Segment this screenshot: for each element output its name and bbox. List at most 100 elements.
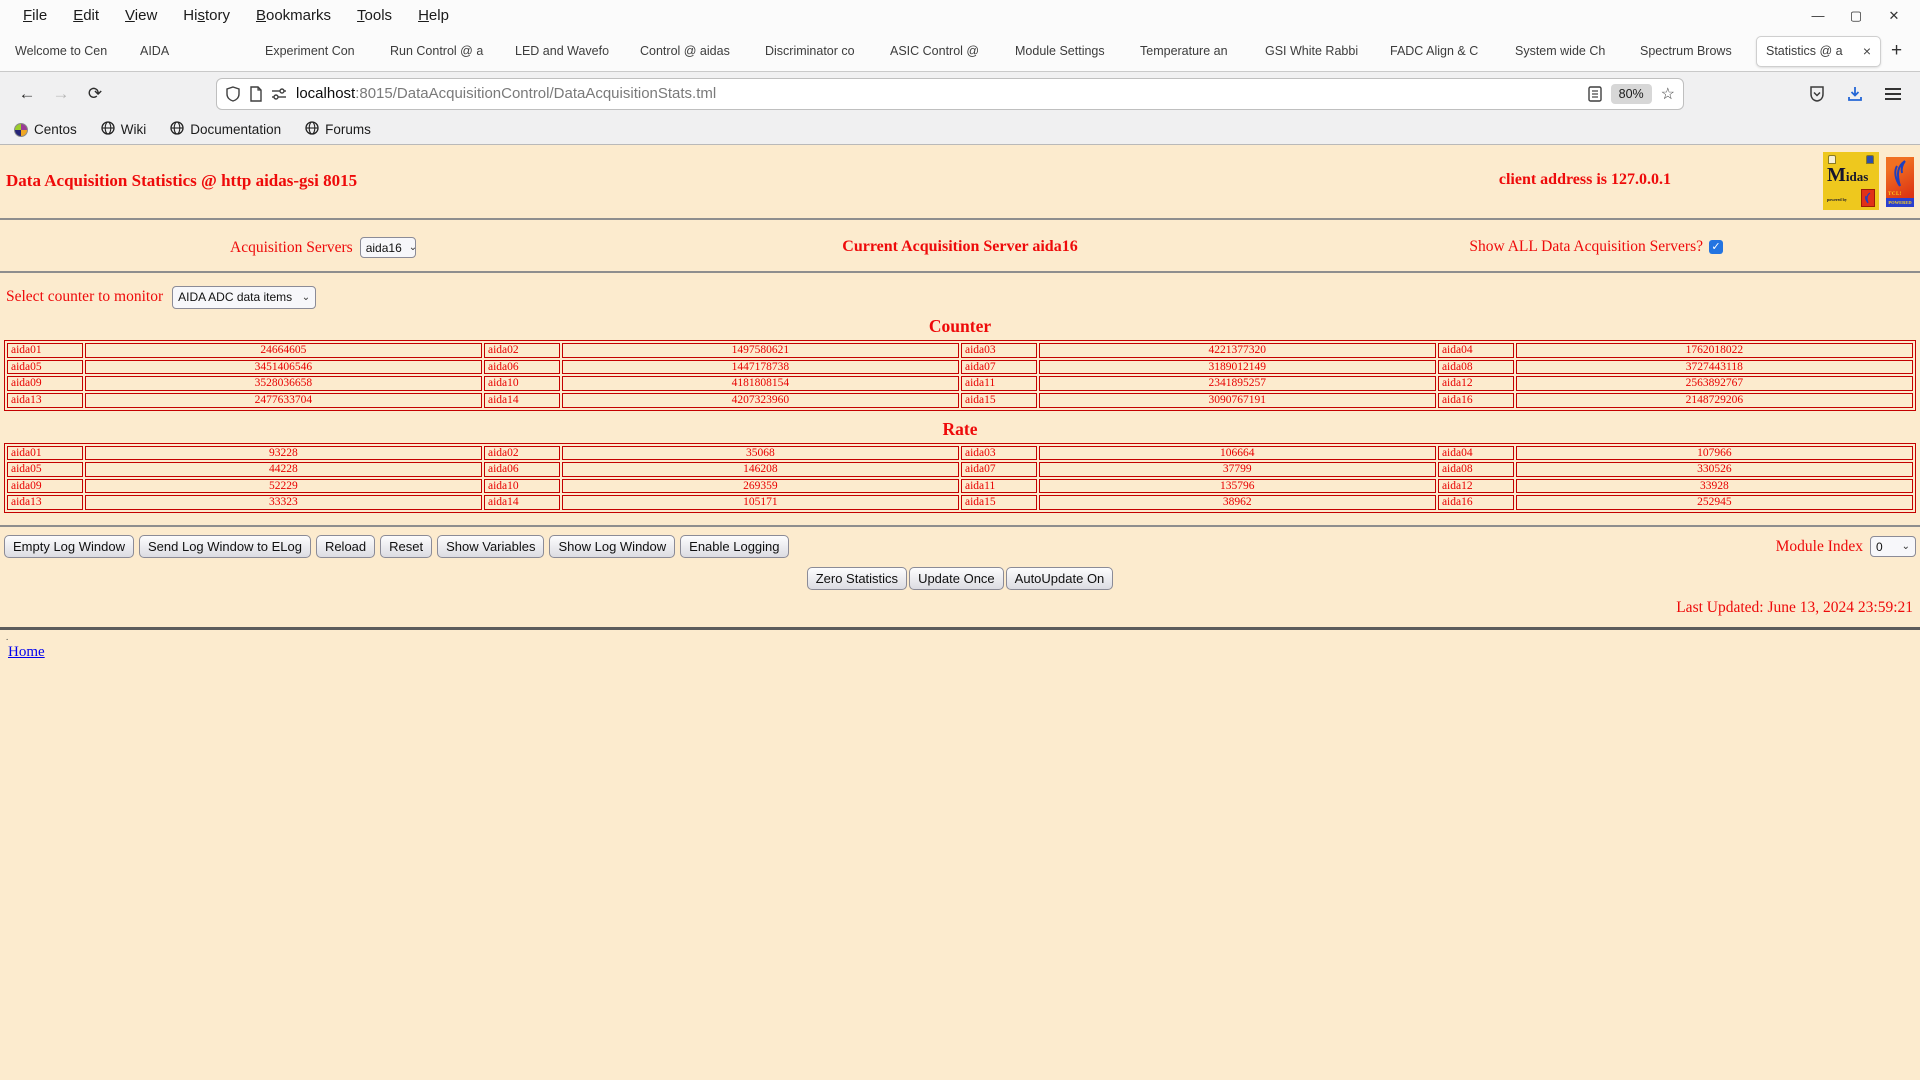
maximize-button[interactable]: ▢: [1844, 8, 1868, 24]
back-button[interactable]: ←: [10, 84, 44, 104]
show-variables-button[interactable]: Show Variables: [437, 535, 545, 559]
autoupdate-on-button[interactable]: AutoUpdate On: [1005, 567, 1114, 591]
page-info-icon[interactable]: [249, 85, 263, 102]
bookmark-forums[interactable]: Forums: [305, 121, 371, 138]
tab-title: Discriminator co: [765, 44, 855, 58]
tab-fadc-align-c[interactable]: FADC Align & C: [1381, 36, 1506, 67]
reload-button[interactable]: ⟳: [78, 84, 112, 104]
bookmark-label: Forums: [325, 122, 371, 137]
tab-temperature-an[interactable]: Temperature an: [1131, 36, 1256, 67]
cell-value: 3090767191: [1038, 392, 1436, 408]
tab-control-aidas[interactable]: Control @ aidas: [631, 36, 756, 67]
zero-statistics-button[interactable]: Zero Statistics: [806, 567, 908, 591]
tab-asic-control[interactable]: ASIC Control @: [881, 36, 1006, 67]
bookmark-star-icon[interactable]: ☆: [1661, 84, 1675, 104]
menu-history[interactable]: History: [170, 4, 243, 27]
cell-label: aida10: [483, 478, 560, 494]
reader-mode-icon[interactable]: [1587, 85, 1602, 102]
midas-crest2-icon: [1866, 155, 1874, 164]
cell-label: aida06: [483, 359, 560, 375]
cell-label: aida03: [960, 343, 1037, 358]
cell-value: 3528036658: [84, 376, 482, 391]
url-path: :8015/DataAcquisitionControl/DataAcquisi…: [355, 85, 717, 102]
pocket-icon[interactable]: [1808, 85, 1826, 103]
show-all-servers-checkbox[interactable]: ✓: [1709, 240, 1723, 254]
permissions-icon[interactable]: [271, 87, 287, 101]
tab-statistics-a[interactable]: Statistics @ a ×: [1756, 35, 1881, 67]
url-bar[interactable]: localhost:8015/DataAcquisitionControl/Da…: [216, 77, 1684, 110]
tab-title: Statistics @ a: [1766, 44, 1843, 58]
zoom-level-button[interactable]: 80%: [1610, 83, 1652, 104]
cell-value: 52229: [84, 478, 482, 494]
tab-gsi-white-rabbi[interactable]: GSI White Rabbi: [1256, 36, 1381, 67]
tab-spectrum-brows[interactable]: Spectrum Brows: [1631, 36, 1756, 67]
new-tab-button[interactable]: +: [1881, 40, 1912, 62]
tab-run-control-a[interactable]: Run Control @ a: [381, 36, 506, 67]
reload-button[interactable]: Reload: [315, 535, 376, 559]
cell-label: aida08: [1437, 359, 1514, 375]
url-text[interactable]: localhost:8015/DataAcquisitionControl/Da…: [296, 85, 716, 102]
tab-bar: Welcome to Cen AIDA Experiment Con Run Cont…: [0, 31, 1920, 72]
cell-value: 107966: [1515, 445, 1913, 461]
tab-led-and-wavefo[interactable]: LED and Wavefo: [506, 36, 631, 67]
tab-discriminator-co[interactable]: Discriminator co: [756, 36, 881, 67]
tab-welcome-to-cen[interactable]: Welcome to Cen: [6, 36, 131, 67]
module-index-select[interactable]: 0 ⌄: [1870, 536, 1916, 558]
menu-file[interactable]: File: [10, 4, 60, 27]
table-row: aida05 3451406546 aida06 1447178738 aida07 31…: [7, 359, 1913, 375]
cell-value: 4221377320: [1038, 343, 1436, 358]
client-address: client address is 127.0.0.1: [1498, 171, 1671, 188]
counter-select-row: Select counter to monitor AIDA ADC data …: [6, 285, 1920, 309]
cell-value: 3451406546: [84, 359, 482, 375]
forward-button[interactable]: →: [44, 84, 78, 104]
bookmark-wiki[interactable]: Wiki: [101, 121, 146, 138]
tab-system-wide-ch[interactable]: System wide Ch: [1506, 36, 1631, 67]
chevron-down-icon: ⌄: [408, 242, 418, 253]
download-icon[interactable]: [1846, 85, 1864, 103]
cell-value: 3189012149: [1038, 359, 1436, 375]
menu-edit[interactable]: Edit: [60, 4, 112, 27]
bookmark-documentation[interactable]: Documentation: [170, 121, 281, 138]
send-log-window-to-elog-button[interactable]: Send Log Window to ELog: [139, 535, 311, 559]
midas-crest-icon: [1828, 155, 1836, 164]
tab-title: LED and Wavefo: [515, 44, 610, 58]
shield-icon[interactable]: [225, 85, 241, 102]
module-index-label: Module Index: [1775, 537, 1863, 555]
tab-module-settings[interactable]: Module Settings: [1006, 36, 1131, 67]
minimize-button[interactable]: —: [1806, 8, 1830, 23]
reset-button[interactable]: Reset: [380, 535, 433, 559]
cell-label: aida08: [1437, 462, 1514, 477]
update-once-button[interactable]: Update Once: [909, 567, 1004, 591]
show-log-window-button[interactable]: Show Log Window: [549, 535, 676, 559]
midas-logo[interactable]: Midas powered by: [1823, 152, 1879, 210]
counter-select[interactable]: AIDA ADC data items ⌄: [172, 285, 317, 309]
table-row: aida01 93228 aida02 35068 aida03 106664 aida04…: [7, 445, 1913, 461]
tab-aida[interactable]: AIDA: [131, 36, 256, 67]
enable-logging-button[interactable]: Enable Logging: [680, 535, 789, 559]
hamburger-menu-icon[interactable]: [1884, 87, 1902, 101]
menu-view[interactable]: View: [112, 4, 170, 27]
midas-m: M: [1827, 164, 1846, 186]
browser-chrome: File Edit View History Bookmarks Tools Help — …: [0, 0, 1920, 145]
acquisition-server-select[interactable]: aida16 ⌄: [359, 237, 418, 258]
home-link[interactable]: Home: [8, 644, 45, 661]
tab-title: GSI White Rabbi: [1265, 44, 1359, 58]
menu-help[interactable]: Help: [405, 4, 462, 27]
cell-label: aida12: [1437, 376, 1514, 391]
tab-experiment-con[interactable]: Experiment Con: [256, 36, 381, 67]
bookmark-centos[interactable]: Centos: [14, 122, 77, 137]
menu-bookmarks[interactable]: Bookmarks: [243, 4, 344, 27]
tab-title: Welcome to Cen: [15, 44, 108, 58]
close-button[interactable]: ✕: [1882, 8, 1906, 24]
menu-tools[interactable]: Tools: [344, 4, 405, 27]
cell-value: 1447178738: [561, 359, 959, 375]
table-row: aida13 2477633704 aida14 4207323960 aida15 30…: [7, 392, 1913, 408]
tab-close-icon[interactable]: ×: [1863, 43, 1871, 59]
empty-log-window-button[interactable]: Empty Log Window: [4, 535, 134, 559]
cell-value: 2341895257: [1038, 376, 1436, 391]
cell-label: aida01: [7, 343, 83, 358]
tcl-powered-logo[interactable]: TCL! POWERED: [1886, 157, 1914, 207]
tab-title: AIDA: [140, 44, 170, 58]
cell-label: aida11: [960, 376, 1037, 391]
log-buttons: Empty Log Window Send Log Window to ELog R…: [4, 535, 789, 559]
